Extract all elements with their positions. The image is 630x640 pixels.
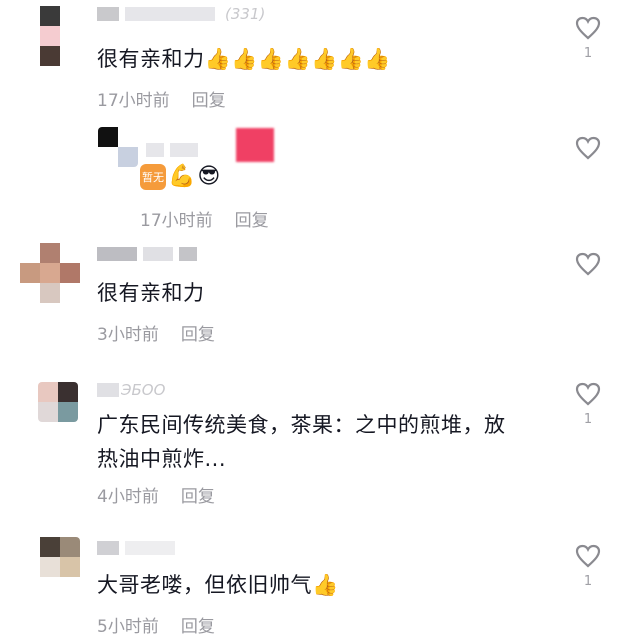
sunglasses-emoji: 😎 (197, 164, 221, 189)
avatar-pixel (20, 46, 40, 66)
reply-button[interactable]: 回复 (181, 612, 215, 637)
avatar-pixel (20, 537, 40, 557)
avatar-pixel (40, 283, 60, 303)
avatar-pixel (40, 557, 60, 577)
reply-button[interactable]: 回复 (181, 320, 215, 345)
comment-text-line1: 广东民间传统美食，茶果：之中的煎堆，放 (97, 413, 506, 437)
avatar[interactable] (20, 6, 80, 66)
avatar-pixel (60, 263, 80, 283)
username[interactable] (97, 246, 197, 262)
flag-image (236, 128, 274, 162)
like-button[interactable]: 1 (568, 544, 608, 589)
avatar-pixel (40, 26, 60, 46)
avatar[interactable] (20, 537, 80, 597)
sticker-badge: 暂无 (140, 164, 166, 190)
comment-text: 很有亲和力👍👍👍👍👍👍👍 (97, 47, 392, 71)
avatar-pixel (60, 26, 80, 46)
avatar-pixel (58, 402, 78, 422)
avatar-pixel (40, 46, 60, 66)
comment-time: 3小时前 (97, 325, 159, 345)
like-count: 1 (583, 574, 593, 589)
heart-icon (575, 252, 601, 276)
like-count: 1 (583, 412, 593, 427)
like-button[interactable] (568, 136, 608, 160)
avatar-pixel (38, 402, 58, 422)
avatar-pixel (40, 537, 60, 557)
avatar-pixel (40, 243, 60, 263)
heart-icon (575, 382, 601, 406)
avatar-pixel (40, 577, 60, 597)
username-suffix: ЭБОО (121, 381, 166, 399)
username[interactable] (146, 142, 198, 158)
comment-time: 4小时前 (97, 487, 159, 507)
avatar-pixel (60, 6, 80, 26)
username[interactable]: ЭБОО (97, 381, 166, 399)
like-button[interactable]: 1 (568, 382, 608, 427)
avatar[interactable] (38, 382, 78, 422)
comment-time: 17小时前 (140, 211, 213, 231)
avatar-pixel (20, 26, 40, 46)
like-button[interactable]: 1 (568, 16, 608, 61)
like-button[interactable] (568, 252, 608, 276)
heart-icon (575, 16, 601, 40)
avatar-pixel (60, 46, 80, 66)
comment-time: 17小时前 (97, 91, 170, 111)
avatar-pixel (20, 6, 40, 26)
avatar-pixel (60, 577, 80, 597)
comment-text: 大哥老喽，但依旧帅气👍 (97, 573, 339, 597)
reply-sticker: 暂无 💪 😎 (140, 164, 220, 190)
comment-text-line2: 热油中煎炸... (97, 447, 227, 471)
avatar-pixel (60, 537, 80, 557)
reply-button[interactable]: 回复 (181, 482, 215, 507)
username[interactable] (97, 540, 175, 556)
avatar-pixel (20, 283, 40, 303)
avatar-pixel (38, 382, 58, 402)
reply-button[interactable]: 回复 (235, 206, 269, 231)
avatar[interactable] (98, 127, 138, 167)
avatar-pixel (20, 263, 40, 283)
avatar-pixel (60, 243, 80, 263)
muscle-emoji: 💪 (168, 164, 196, 189)
avatar-pixel (40, 263, 60, 283)
avatar-pixel (40, 6, 60, 26)
comment-text: 很有亲和力 (97, 281, 205, 305)
username-suffix: (331) (225, 5, 266, 23)
avatar-pixel (20, 243, 40, 263)
avatar-pixel (20, 577, 40, 597)
avatar[interactable] (20, 243, 80, 303)
like-count: 1 (583, 46, 593, 61)
avatar-pixel (20, 557, 40, 577)
heart-icon (575, 544, 601, 568)
avatar-pixel (60, 557, 80, 577)
avatar-pixel (58, 382, 78, 402)
avatar-pixel (60, 283, 80, 303)
reply-button[interactable]: 回复 (192, 86, 226, 111)
comment-time: 5小时前 (97, 617, 159, 637)
username[interactable]: (331) (97, 5, 266, 23)
heart-icon (575, 136, 601, 160)
